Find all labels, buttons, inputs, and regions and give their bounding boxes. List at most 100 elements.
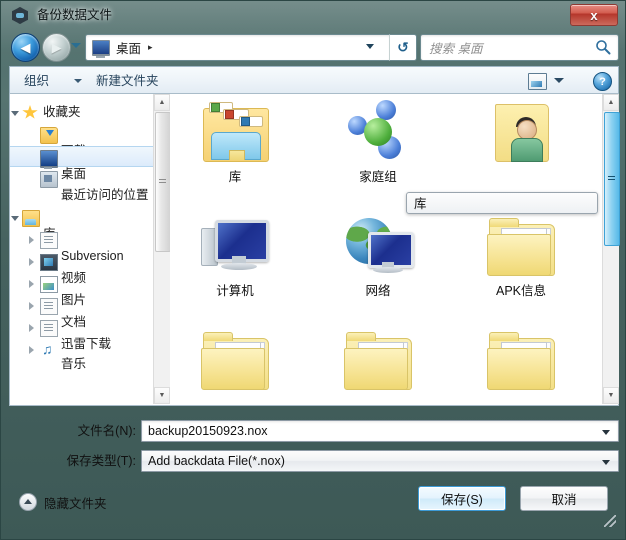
tooltip: 库 bbox=[406, 192, 598, 214]
breadcrumb-separator-icon[interactable]: ▸ bbox=[148, 42, 153, 53]
folder-icon bbox=[199, 326, 271, 392]
file-item-label: 计算机 bbox=[216, 284, 254, 298]
save-as-dialog: 备份数据文件 x ◀ ▶ 桌面 ▸ ↺ 搜索 桌面 组织 新建文件夹 ? 收藏夹… bbox=[0, 0, 626, 540]
file-list-pane: 库家庭组 计算机 网络 APK信息 bbox=[175, 94, 602, 404]
file-item[interactable]: 库 bbox=[175, 98, 295, 185]
libraries-icon bbox=[22, 210, 40, 227]
refresh-icon: ↺ bbox=[397, 39, 409, 55]
navigation-pane: 收藏夹下载桌面最近访问的位置库Subversion视频图片文档迅雷下载音乐 bbox=[10, 94, 170, 404]
scroll-down-button[interactable]: ▼ bbox=[154, 387, 170, 404]
address-bar[interactable]: 桌面 ▸ bbox=[85, 34, 390, 61]
forward-button[interactable]: ▶ bbox=[42, 33, 71, 62]
desktop-icon bbox=[92, 39, 110, 58]
navpane-scrollbar[interactable]: ▲ ▼ bbox=[153, 94, 171, 404]
history-dropdown-icon[interactable] bbox=[71, 43, 81, 48]
music-icon bbox=[40, 339, 56, 360]
filepane-scrollbar[interactable]: ▲ ▼ bbox=[602, 94, 620, 404]
chevron-right-icon[interactable] bbox=[29, 258, 34, 266]
video-icon bbox=[40, 254, 58, 271]
file-item[interactable] bbox=[461, 326, 581, 394]
chevron-down-icon[interactable] bbox=[74, 79, 82, 83]
save-button[interactable]: 保存(S) bbox=[418, 486, 506, 511]
filetype-select[interactable]: Add backdata File(*.nox) bbox=[141, 450, 619, 472]
file-item[interactable]: 计算机 bbox=[175, 212, 295, 299]
scroll-up-button[interactable]: ▲ bbox=[154, 94, 170, 111]
file-item[interactable] bbox=[461, 98, 581, 166]
hide-folders-label: 隐藏文件夹 bbox=[44, 496, 107, 511]
scroll-down-button[interactable]: ▼ bbox=[603, 387, 619, 404]
sidebar-item-文档[interactable]: 文档 bbox=[10, 295, 170, 329]
folder-icon bbox=[485, 326, 557, 392]
filetype-label: 保存类型(T): bbox=[66, 454, 136, 468]
scrollbar-thumb[interactable] bbox=[604, 112, 620, 246]
refresh-button[interactable]: ↺ bbox=[389, 34, 417, 61]
chevron-down-icon[interactable] bbox=[11, 216, 19, 221]
file-item-label: 家庭组 bbox=[359, 170, 397, 184]
scrollbar-grip bbox=[159, 179, 166, 185]
sidebar-item-库[interactable]: 库 bbox=[10, 207, 170, 241]
file-item[interactable] bbox=[175, 326, 295, 394]
close-button[interactable]: x bbox=[570, 4, 618, 26]
filename-input[interactable]: backup20150923.nox bbox=[141, 420, 619, 442]
document-icon bbox=[40, 320, 58, 337]
document-icon bbox=[40, 232, 58, 249]
filename-label: 文件名(N): bbox=[77, 424, 136, 438]
back-button[interactable]: ◀ bbox=[11, 33, 40, 62]
sidebar-item-Subversion[interactable]: Subversion bbox=[10, 229, 170, 263]
file-item[interactable] bbox=[318, 326, 438, 394]
help-icon: ? bbox=[599, 75, 606, 88]
cancel-button[interactable]: 取消 bbox=[520, 486, 608, 511]
download-folder-icon bbox=[40, 127, 58, 144]
file-item[interactable]: 网络 bbox=[318, 212, 438, 299]
file-item[interactable]: 家庭组 bbox=[318, 98, 438, 185]
scroll-up-button[interactable]: ▲ bbox=[603, 94, 619, 111]
chevron-down-icon[interactable] bbox=[602, 460, 610, 465]
file-item-label: APK信息 bbox=[495, 284, 546, 298]
sidebar-item-图片[interactable]: 图片 bbox=[10, 273, 170, 307]
folder-icon bbox=[342, 326, 414, 392]
caret-up-icon: ▲ bbox=[158, 99, 166, 106]
view-dropdown-icon[interactable] bbox=[554, 78, 564, 83]
libraries-icon bbox=[199, 98, 271, 164]
sidebar-item-视频[interactable]: 视频 bbox=[10, 251, 170, 285]
scrollbar-thumb[interactable] bbox=[155, 112, 171, 252]
chevron-right-icon[interactable] bbox=[29, 324, 34, 332]
content-area: 收藏夹下载桌面最近访问的位置库Subversion视频图片文档迅雷下载音乐 ▲ … bbox=[9, 94, 620, 406]
footer: 隐藏文件夹 保存(S) 取消 bbox=[9, 477, 619, 529]
breadcrumb-desktop[interactable]: 桌面 bbox=[116, 38, 141, 57]
sidebar-item-收藏夹[interactable]: 收藏夹 bbox=[10, 102, 170, 123]
chevron-right-icon[interactable] bbox=[29, 302, 34, 310]
pictures-icon bbox=[40, 276, 58, 293]
cancel-button-label: 取消 bbox=[551, 493, 577, 507]
chevron-right-icon[interactable] bbox=[29, 236, 34, 244]
chevron-right-icon[interactable] bbox=[29, 280, 34, 288]
desktop-icon bbox=[40, 150, 58, 169]
help-button[interactable]: ? bbox=[593, 72, 612, 91]
chevron-down-icon[interactable] bbox=[11, 111, 19, 116]
save-button-label: 保存(S) bbox=[441, 493, 483, 507]
chevron-down-icon[interactable] bbox=[602, 430, 610, 435]
sidebar-item-最近访问的位置[interactable]: 最近访问的位置 bbox=[10, 168, 170, 202]
search-placeholder: 搜索 桌面 bbox=[429, 42, 483, 56]
view-mode-icon[interactable] bbox=[528, 73, 547, 90]
title-bar[interactable]: 备份数据文件 x bbox=[1, 1, 625, 29]
new-folder-button[interactable]: 新建文件夹 bbox=[96, 71, 159, 91]
sidebar-item-桌面[interactable]: 桌面 bbox=[10, 146, 170, 181]
scrollbar-grip bbox=[608, 176, 615, 182]
file-item-label: 网络 bbox=[365, 284, 391, 298]
sidebar-item-下载[interactable]: 下载 bbox=[10, 124, 170, 158]
search-input[interactable]: 搜索 桌面 bbox=[420, 34, 619, 61]
sidebar-item-迅雷下载[interactable]: 迅雷下载 bbox=[10, 317, 170, 351]
sidebar-item-音乐[interactable]: 音乐 bbox=[10, 339, 170, 371]
star-icon bbox=[22, 105, 38, 119]
chevron-right-icon[interactable] bbox=[29, 346, 34, 354]
shield-icon bbox=[12, 7, 28, 24]
caret-down-icon: ▼ bbox=[607, 392, 615, 399]
homegroup-icon bbox=[342, 98, 414, 164]
organize-button[interactable]: 组织 bbox=[24, 71, 49, 91]
network-icon bbox=[342, 212, 414, 278]
address-dropdown-icon[interactable] bbox=[366, 44, 374, 49]
hide-folders-toggle[interactable]: 隐藏文件夹 bbox=[19, 492, 107, 512]
file-item[interactable]: APK信息 bbox=[461, 212, 581, 299]
resize-grip[interactable] bbox=[604, 515, 616, 527]
